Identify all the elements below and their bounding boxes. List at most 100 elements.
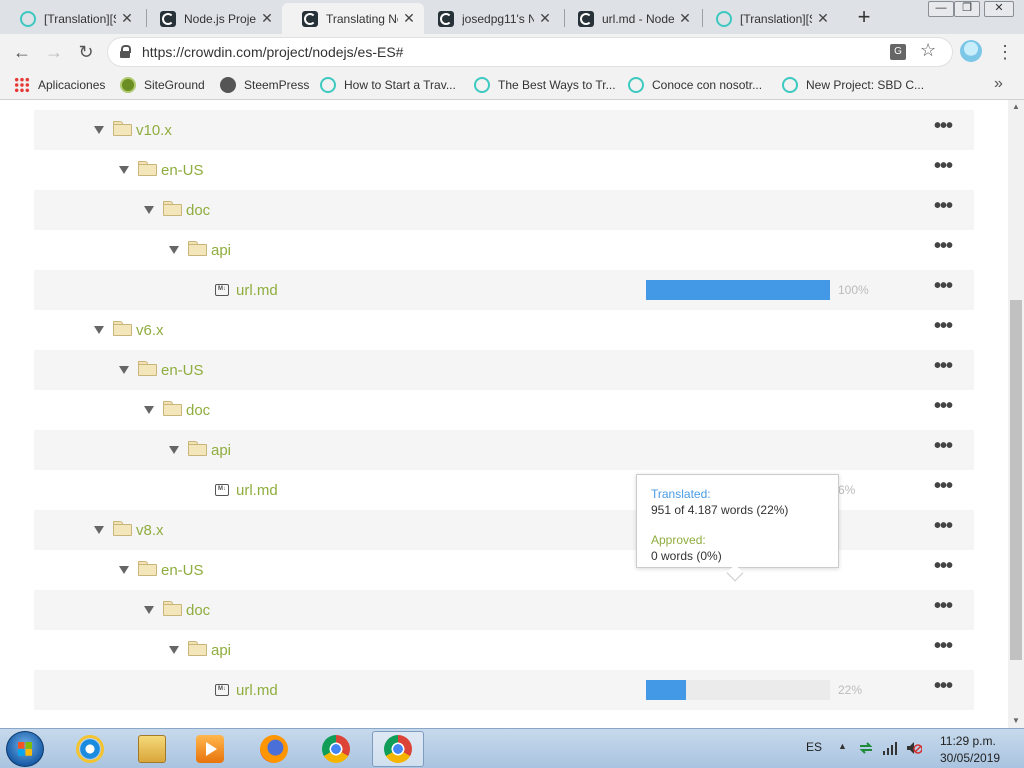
folder-row[interactable]: api •••	[34, 630, 974, 670]
folder-name[interactable]: en-US	[161, 362, 204, 379]
close-icon[interactable]: ✕	[260, 10, 274, 27]
more-options-icon[interactable]: •••	[932, 316, 954, 339]
folder-row[interactable]: en-US •••	[34, 350, 974, 390]
sync-icon[interactable]	[858, 741, 874, 755]
more-options-icon[interactable]: •••	[932, 516, 954, 539]
more-options-icon[interactable]: •••	[932, 556, 954, 579]
folder-row[interactable]: doc •••	[34, 590, 974, 630]
caret-down-icon[interactable]	[169, 446, 179, 454]
translation-progress-bar[interactable]	[646, 680, 830, 700]
language-indicator[interactable]: ES	[806, 740, 822, 754]
maximize-button[interactable]: ❐	[954, 1, 980, 17]
folder-row[interactable]: v6.x •••	[34, 310, 974, 350]
caret-down-icon[interactable]	[169, 646, 179, 654]
close-icon[interactable]: ✕	[538, 10, 552, 27]
folder-name[interactable]: en-US	[161, 562, 204, 579]
caret-down-icon[interactable]	[144, 606, 154, 614]
close-icon[interactable]: ✕	[816, 10, 830, 27]
profile-avatar[interactable]	[960, 40, 982, 62]
clock-date[interactable]: 30/05/2019	[940, 751, 1000, 765]
close-icon[interactable]: ✕	[678, 10, 692, 27]
volume-muted-icon[interactable]	[906, 741, 923, 755]
star-icon[interactable]: ☆	[920, 40, 936, 61]
bookmark-siteground[interactable]: SiteGround	[120, 75, 205, 95]
caret-down-icon[interactable]	[144, 206, 154, 214]
bookmark-new-project[interactable]: New Project: SBD C...	[782, 75, 924, 95]
new-tab-button[interactable]: +	[854, 5, 874, 29]
chevron-right-icon[interactable]: »	[994, 75, 1003, 93]
taskbar-chrome[interactable]	[310, 731, 362, 767]
folder-row[interactable]: api •••	[34, 230, 974, 270]
reload-button[interactable]: ↻	[74, 40, 98, 64]
folder-row[interactable]: doc •••	[34, 190, 974, 230]
folder-name[interactable]: doc	[186, 202, 210, 219]
more-options-icon[interactable]: •••	[932, 676, 954, 699]
taskbar-file-explorer[interactable]	[126, 731, 178, 767]
tab-5[interactable]: [Translation][S ✕	[696, 3, 838, 34]
folder-row[interactable]: en-US •••	[34, 150, 974, 190]
file-name[interactable]: url.md	[236, 282, 278, 299]
close-icon[interactable]: ✕	[402, 10, 416, 27]
folder-name[interactable]: api	[211, 642, 231, 659]
translate-icon[interactable]: G	[890, 44, 906, 60]
more-options-icon[interactable]: •••	[932, 476, 954, 499]
caret-down-icon[interactable]	[169, 246, 179, 254]
bookmark-how-to-start[interactable]: How to Start a Trav...	[320, 75, 456, 95]
more-options-icon[interactable]: •••	[932, 276, 954, 299]
folder-row[interactable]: api •••	[34, 430, 974, 470]
file-row[interactable]: M↓ url.md 22% •••	[34, 670, 974, 710]
bookmark-best-ways[interactable]: The Best Ways to Tr...	[474, 75, 616, 95]
caret-down-icon[interactable]	[119, 566, 129, 574]
folder-row[interactable]: doc •••	[34, 390, 974, 430]
tab-3[interactable]: josedpg11's N ✕	[418, 3, 560, 34]
bookmark-apps[interactable]: Aplicaciones	[14, 75, 105, 95]
more-options-icon[interactable]: •••	[932, 436, 954, 459]
close-icon[interactable]: ✕	[120, 10, 134, 27]
url-text[interactable]: https://crowdin.com/project/nodejs/es-ES…	[142, 44, 403, 60]
taskbar-internet-explorer[interactable]	[64, 731, 116, 767]
more-options-icon[interactable]: •••	[932, 636, 954, 659]
folder-name[interactable]: api	[211, 242, 231, 259]
scroll-down-arrow-icon[interactable]: ▼	[1011, 716, 1021, 726]
more-options-icon[interactable]: •••	[932, 116, 954, 139]
taskbar-firefox[interactable]	[248, 731, 300, 767]
menu-icon[interactable]: ⋮	[996, 40, 1014, 64]
caret-down-icon[interactable]	[119, 366, 129, 374]
folder-name[interactable]: v6.x	[136, 322, 164, 339]
tab-2-active[interactable]: Translating No ✕	[282, 3, 424, 34]
scroll-up-arrow-icon[interactable]: ▲	[1011, 102, 1021, 112]
folder-name[interactable]: doc	[186, 402, 210, 419]
scroll-thumb[interactable]	[1010, 300, 1022, 660]
folder-row[interactable]: v10.x •••	[34, 110, 974, 150]
caret-down-icon[interactable]	[144, 406, 154, 414]
tab-0[interactable]: [Translation][S ✕	[0, 3, 142, 34]
caret-down-icon[interactable]	[94, 526, 104, 534]
file-name[interactable]: url.md	[236, 482, 278, 499]
start-button[interactable]	[6, 731, 44, 767]
forward-button[interactable]: →	[42, 40, 66, 64]
network-icon[interactable]	[882, 741, 898, 755]
file-row[interactable]: M↓ url.md 100% •••	[34, 270, 974, 310]
tab-4[interactable]: url.md - Node ✕	[558, 3, 700, 34]
folder-name[interactable]: api	[211, 442, 231, 459]
more-options-icon[interactable]: •••	[932, 236, 954, 259]
folder-name[interactable]: v10.x	[136, 122, 172, 139]
scrollbar[interactable]: ▲ ▼	[1008, 100, 1024, 728]
file-name[interactable]: url.md	[236, 682, 278, 699]
more-options-icon[interactable]: •••	[932, 596, 954, 619]
folder-name[interactable]: en-US	[161, 162, 204, 179]
address-bar[interactable]: https://crowdin.com/project/nodejs/es-ES…	[108, 38, 952, 66]
more-options-icon[interactable]: •••	[932, 156, 954, 179]
tab-1[interactable]: Node.js Projec ✕	[140, 3, 282, 34]
minimize-button[interactable]: —	[928, 1, 954, 17]
more-options-icon[interactable]: •••	[932, 396, 954, 419]
close-window-button[interactable]: ✕	[984, 1, 1014, 17]
folder-name[interactable]: doc	[186, 602, 210, 619]
clock-time[interactable]: 11:29 p.m.	[940, 734, 996, 748]
back-button[interactable]: ←	[10, 40, 34, 64]
bookmark-steempress[interactable]: SteemPress	[220, 75, 309, 95]
folder-name[interactable]: v8.x	[136, 522, 164, 539]
caret-down-icon[interactable]	[119, 166, 129, 174]
translation-progress-bar[interactable]	[646, 280, 830, 300]
bookmark-conoce[interactable]: Conoce con nosotr...	[628, 75, 762, 95]
